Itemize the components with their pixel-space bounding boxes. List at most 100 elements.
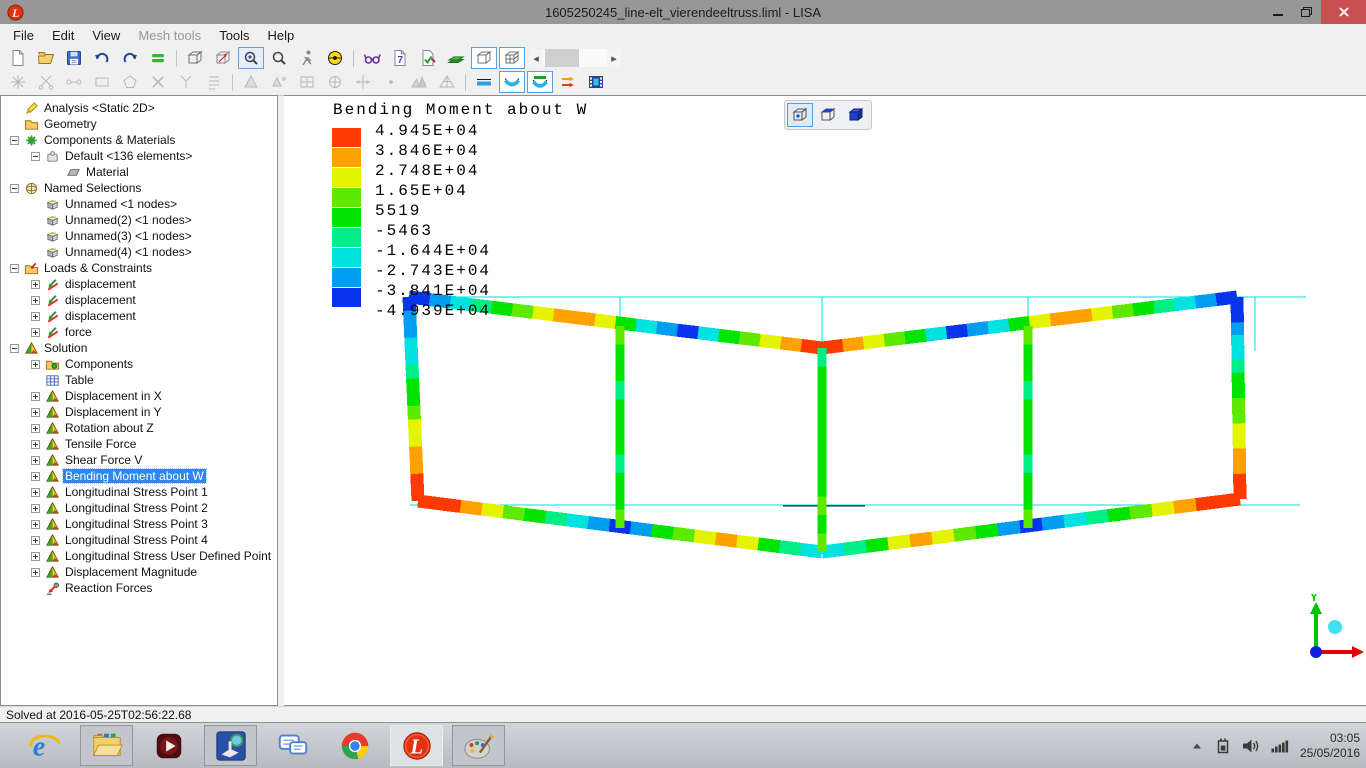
zoom-button[interactable] bbox=[266, 47, 292, 69]
expander-plus-icon[interactable] bbox=[31, 503, 45, 513]
tree-item-displacement-in-y[interactable]: Displacement in Y bbox=[31, 404, 164, 420]
expander-minus-icon[interactable] bbox=[10, 135, 24, 145]
tree-item-loads-constraints[interactable]: Loads & Constraints bbox=[10, 260, 154, 276]
network-signal-tray-icon[interactable] bbox=[1271, 738, 1290, 753]
tree-item-label[interactable]: Displacement in Y bbox=[63, 405, 164, 419]
tree-item-longitudinal-stress-point-4[interactable]: Longitudinal Stress Point 4 bbox=[31, 532, 210, 548]
menu-tools[interactable]: Tools bbox=[210, 24, 258, 47]
tree-item-unnamed-2-1-nodes[interactable]: Unnamed(2) <1 nodes> bbox=[31, 212, 194, 228]
tree-item-bending-moment-about-w[interactable]: Bending Moment about W bbox=[31, 468, 207, 484]
tree-item-components[interactable]: Components bbox=[31, 356, 135, 372]
wireframe-view-button[interactable] bbox=[499, 47, 525, 69]
power-tray-icon[interactable] bbox=[1214, 737, 1232, 754]
menu-help[interactable]: Help bbox=[259, 24, 304, 47]
tree-item-label[interactable]: Table bbox=[63, 373, 96, 387]
shell-bottom-face-button[interactable] bbox=[499, 71, 525, 93]
scroll-thumb[interactable] bbox=[545, 49, 579, 67]
expander-minus-icon[interactable] bbox=[10, 183, 24, 193]
tree-item-label[interactable]: Unnamed <1 nodes> bbox=[63, 197, 179, 211]
expander-plus-icon[interactable] bbox=[31, 407, 45, 417]
tree-item-unnamed-4-1-nodes[interactable]: Unnamed(4) <1 nodes> bbox=[31, 244, 194, 260]
expander-plus-icon[interactable] bbox=[31, 359, 45, 369]
solve-button[interactable] bbox=[145, 47, 171, 69]
tree-item-solution[interactable]: Solution bbox=[10, 340, 89, 356]
expander-plus-icon[interactable] bbox=[31, 567, 45, 577]
tree-item-label[interactable]: Components bbox=[63, 357, 135, 371]
tree-item-rotation-about-z[interactable]: Rotation about Z bbox=[31, 420, 156, 436]
taskbar-file-explorer-button[interactable] bbox=[80, 725, 133, 766]
taskbar-chrome-button[interactable] bbox=[328, 725, 381, 766]
tree-item-label[interactable]: Unnamed(3) <1 nodes> bbox=[63, 229, 194, 243]
orbit-button[interactable] bbox=[294, 47, 320, 69]
menu-file[interactable]: File bbox=[4, 24, 43, 47]
undo-button[interactable] bbox=[89, 47, 115, 69]
expander-plus-icon[interactable] bbox=[31, 311, 45, 321]
tree-item-label[interactable]: Bending Moment about W bbox=[62, 468, 207, 484]
tree-item-shear-force-v[interactable]: Shear Force V bbox=[31, 452, 144, 468]
menu-view[interactable]: View bbox=[83, 24, 129, 47]
scroll-left-button[interactable]: ◂ bbox=[529, 49, 543, 67]
tree-item-label[interactable]: Longitudinal Stress User Defined Point bbox=[63, 549, 273, 563]
tree-item-longitudinal-stress-point-1[interactable]: Longitudinal Stress Point 1 bbox=[31, 484, 210, 500]
tree-item-components-materials[interactable]: Components & Materials bbox=[10, 132, 177, 148]
tree-item-label[interactable]: Displacement Magnitude bbox=[63, 565, 199, 579]
tree-item-unnamed-3-1-nodes[interactable]: Unnamed(3) <1 nodes> bbox=[31, 228, 194, 244]
expander-plus-icon[interactable] bbox=[31, 471, 45, 481]
taskbar-cad-viewer-button[interactable] bbox=[204, 725, 257, 766]
quick-edit-button[interactable] bbox=[415, 47, 441, 69]
tree-item-label[interactable]: Reaction Forces bbox=[63, 581, 154, 595]
tree-item-force[interactable]: force bbox=[31, 324, 94, 340]
volume-tray-icon[interactable] bbox=[1242, 738, 1261, 754]
tree-item-tensile-force[interactable]: Tensile Force bbox=[31, 436, 138, 452]
tree-item-label[interactable]: Longitudinal Stress Point 2 bbox=[63, 501, 210, 515]
measure-button[interactable] bbox=[322, 47, 348, 69]
tree-item-material[interactable]: Material bbox=[52, 164, 131, 180]
redo-button[interactable] bbox=[117, 47, 143, 69]
tree-item-label[interactable]: displacement bbox=[63, 277, 138, 291]
tree-item-label[interactable]: Material bbox=[84, 165, 131, 179]
tree-item-longitudinal-stress-point-3[interactable]: Longitudinal Stress Point 3 bbox=[31, 516, 210, 532]
tree-item-label[interactable]: Rotation about Z bbox=[63, 421, 156, 435]
shell-top-face-button[interactable] bbox=[527, 71, 553, 93]
taskbar-messaging-button[interactable] bbox=[266, 725, 319, 766]
tree-item-displacement[interactable]: displacement bbox=[31, 292, 138, 308]
tree-item-label[interactable]: Loads & Constraints bbox=[42, 261, 154, 275]
menu-edit[interactable]: Edit bbox=[43, 24, 83, 47]
tree-item-label[interactable]: Longitudinal Stress Point 4 bbox=[63, 533, 210, 547]
tree-item-displacement[interactable]: displacement bbox=[31, 308, 138, 324]
expander-plus-icon[interactable] bbox=[31, 327, 45, 337]
scroll-right-button[interactable]: ▸ bbox=[607, 49, 621, 67]
expander-plus-icon[interactable] bbox=[31, 279, 45, 289]
restore-button[interactable] bbox=[1292, 0, 1321, 24]
expander-minus-icon[interactable] bbox=[31, 151, 45, 161]
taskbar-media-player-button[interactable] bbox=[142, 725, 195, 766]
expander-plus-icon[interactable] bbox=[31, 295, 45, 305]
tree-item-label[interactable]: Analysis <Static 2D> bbox=[42, 101, 157, 115]
expander-plus-icon[interactable] bbox=[31, 439, 45, 449]
tree-item-longitudinal-stress-point-2[interactable]: Longitudinal Stress Point 2 bbox=[31, 500, 210, 516]
expander-plus-icon[interactable] bbox=[31, 487, 45, 497]
expander-plus-icon[interactable] bbox=[31, 423, 45, 433]
tree-item-displacement[interactable]: displacement bbox=[31, 276, 138, 292]
save-file-button[interactable] bbox=[61, 47, 87, 69]
tree-item-named-selections[interactable]: Named Selections bbox=[10, 180, 143, 196]
load-case-button[interactable]: 7 bbox=[387, 47, 413, 69]
tree-item-label[interactable]: Unnamed(4) <1 nodes> bbox=[63, 245, 194, 259]
toolbar-scrollbar[interactable]: ◂ ▸ bbox=[529, 49, 621, 67]
layers-button[interactable] bbox=[443, 47, 469, 69]
tree-item-unnamed-1-nodes[interactable]: Unnamed <1 nodes> bbox=[31, 196, 179, 212]
tree-item-label[interactable]: Solution bbox=[42, 341, 89, 355]
tree-item-label[interactable]: Tensile Force bbox=[63, 437, 138, 451]
tree-item-label[interactable]: Geometry bbox=[42, 117, 99, 131]
show-hidden-icons-button[interactable] bbox=[1190, 740, 1204, 752]
tree-item-label[interactable]: displacement bbox=[63, 293, 138, 307]
zoom-window-button[interactable] bbox=[238, 47, 264, 69]
taskbar-lisa-button[interactable]: L bbox=[390, 725, 443, 766]
taskbar-clock[interactable]: 03:05 25/05/2016 bbox=[1300, 731, 1360, 761]
expander-plus-icon[interactable] bbox=[31, 519, 45, 529]
deformed-scale-button[interactable] bbox=[555, 71, 581, 93]
expander-plus-icon[interactable] bbox=[31, 455, 45, 465]
animation-button[interactable] bbox=[583, 71, 609, 93]
expander-minus-icon[interactable] bbox=[10, 343, 24, 353]
tree-item-label[interactable]: Unnamed(2) <1 nodes> bbox=[63, 213, 194, 227]
